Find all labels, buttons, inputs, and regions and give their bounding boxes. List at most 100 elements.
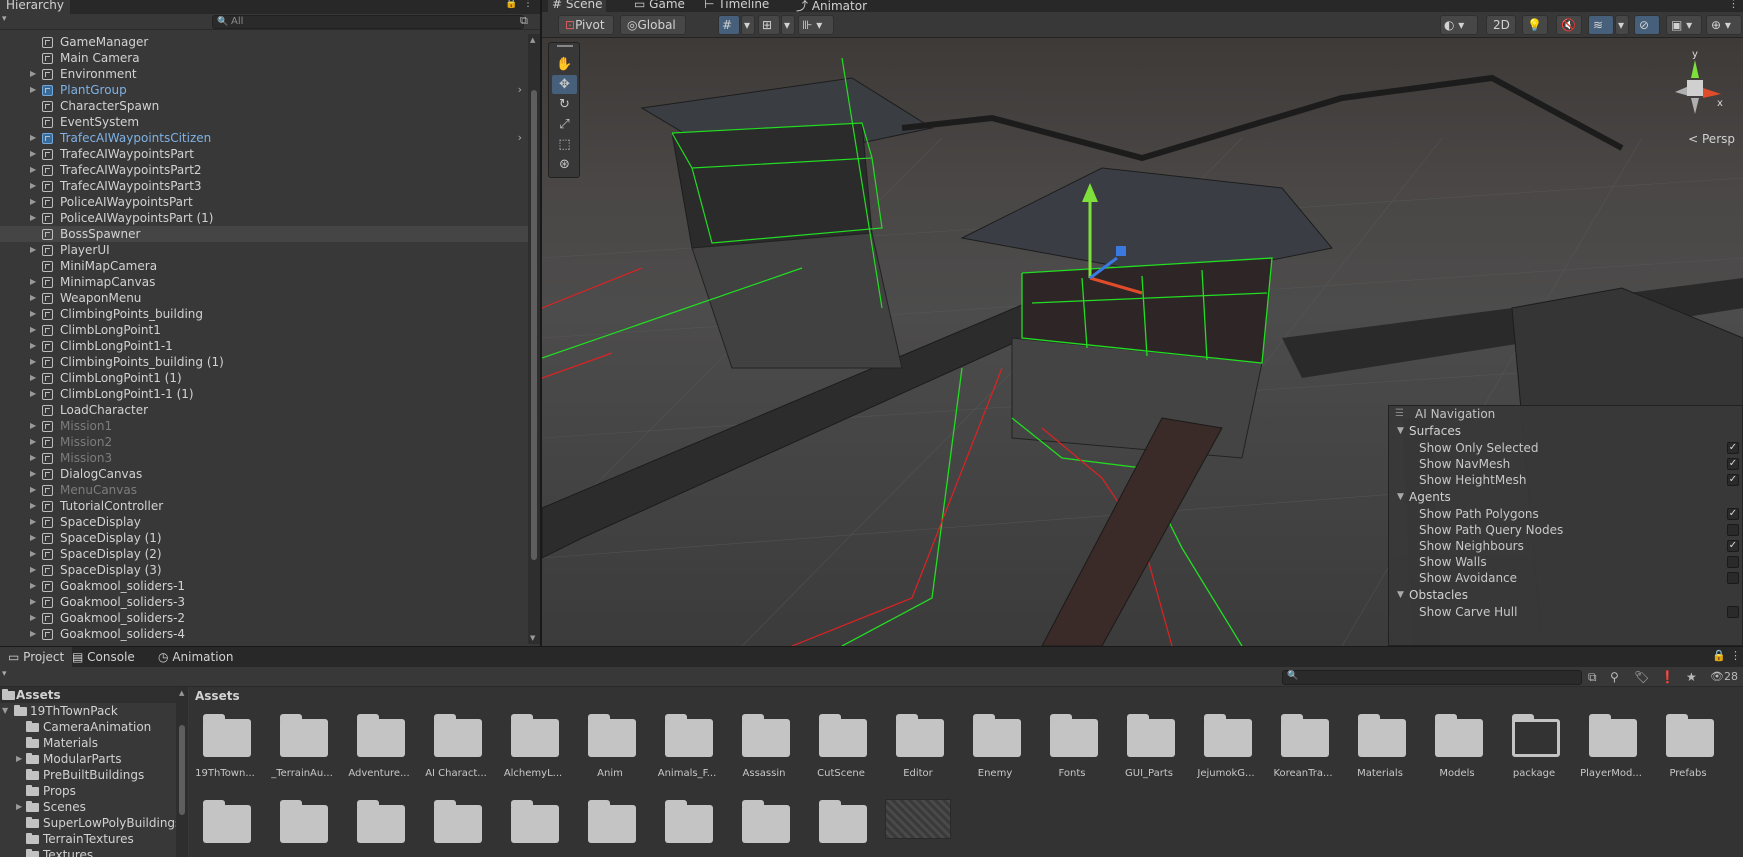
tab-console[interactable]: ▤ Console xyxy=(64,647,143,667)
camera-dropdown[interactable]: ▣ ▾ xyxy=(1666,15,1702,35)
search-by-type-icon[interactable]: ⧉ xyxy=(1588,670,1597,685)
create-dropdown-icon[interactable]: ▾ xyxy=(2,669,7,679)
folder-tree-item[interactable]: Materials xyxy=(0,735,187,751)
expand-arrow-icon[interactable]: ▶ xyxy=(30,578,36,594)
project-search-input[interactable]: 🔍 xyxy=(1282,670,1582,685)
hierarchy-scrollbar[interactable]: ▲ ▼ xyxy=(528,34,540,644)
hierarchy-item[interactable]: LoadCharacter xyxy=(0,402,530,418)
hierarchy-item[interactable]: EventSystem xyxy=(0,114,530,130)
asset-folder[interactable]: PlayerMod... xyxy=(1575,705,1647,779)
toggle-2d-button[interactable]: 2D xyxy=(1486,15,1516,35)
folder-tree-item[interactable]: ▶ ModularParts xyxy=(0,751,187,767)
expand-arrow-icon[interactable]: ▶ xyxy=(30,466,36,482)
checkbox[interactable] xyxy=(1727,572,1739,584)
asset-folder[interactable] xyxy=(574,793,646,857)
folder-tree-item[interactable]: Textures xyxy=(0,847,187,857)
expand-arrow-icon[interactable]: ▶ xyxy=(30,594,36,610)
asset-folder[interactable]: Adventure... xyxy=(343,705,415,779)
kebab-menu-icon[interactable]: ⋮ xyxy=(1728,0,1739,10)
expand-arrow-icon[interactable]: ▶ xyxy=(30,546,36,562)
asset-folder[interactable]: Materials xyxy=(1344,705,1416,779)
grid-snap-dropdown[interactable]: ▾ xyxy=(741,15,755,35)
kebab-menu-icon[interactable]: ⋮ xyxy=(1730,649,1741,662)
pivot-dropdown[interactable]: ⊡Pivot ▾ xyxy=(558,15,614,50)
open-prefab-chevron-icon[interactable]: › xyxy=(518,82,522,98)
expand-arrow-icon[interactable]: ▶ xyxy=(30,370,36,386)
expand-arrow-icon[interactable]: ▶ xyxy=(30,210,36,226)
folder-tree-item[interactable]: CameraAnimation xyxy=(0,719,187,735)
expand-arrow-icon[interactable]: ▶ xyxy=(30,562,36,578)
expand-arrow-icon[interactable]: ▶ xyxy=(30,418,36,434)
checkbox[interactable]: ✓ xyxy=(1727,474,1739,486)
checkbox[interactable] xyxy=(1727,606,1739,618)
rect-tool[interactable]: ⬚ xyxy=(552,135,577,154)
hierarchy-item[interactable]: ▶ SpaceDisplay (2) xyxy=(0,546,530,562)
hidden-packages-toggle[interactable]: 👁28 xyxy=(1710,670,1738,683)
hierarchy-item[interactable]: ▶ PlayerUI xyxy=(0,242,530,258)
hierarchy-item[interactable]: ▶ Goakmool_soliders-1 xyxy=(0,578,530,594)
hand-tool[interactable]: ✋ xyxy=(552,55,577,74)
expand-arrow-icon[interactable]: ▶ xyxy=(30,274,36,290)
move-tool[interactable]: ✥ xyxy=(552,75,577,94)
ai-nav-section-header[interactable]: ▼ Agents xyxy=(1389,488,1742,506)
hierarchy-item[interactable]: ▶ SpaceDisplay (3) xyxy=(0,562,530,578)
hierarchy-item[interactable]: ▶ Mission1 xyxy=(0,418,530,434)
checkbox[interactable]: ✓ xyxy=(1727,540,1739,552)
tab-hierarchy[interactable]: Hierarchy xyxy=(0,0,71,14)
hierarchy-item[interactable]: ▶ Mission3 xyxy=(0,450,530,466)
hierarchy-item[interactable]: ▶ TrafecAIWaypointsPart3 xyxy=(0,178,530,194)
tab-timeline[interactable]: ⊢ Timeline xyxy=(700,0,773,12)
drag-handle[interactable] xyxy=(557,45,573,47)
expand-arrow-icon[interactable]: ▶ xyxy=(30,434,36,450)
hierarchy-item[interactable]: ▶ SpaceDisplay xyxy=(0,514,530,530)
expand-arrow-icon[interactable]: ▼ xyxy=(2,703,8,719)
asset-folder[interactable]: Prefabs xyxy=(1652,705,1724,779)
expand-arrow-icon[interactable]: ▶ xyxy=(30,338,36,354)
hierarchy-item[interactable]: ▶ MenuCanvas xyxy=(0,482,530,498)
asset-folder[interactable]: _TerrainAu... xyxy=(266,705,338,779)
lock-icon[interactable]: 🔒 xyxy=(505,0,517,9)
hierarchy-item[interactable]: ▶ ClimbLongPoint1-1 (1) xyxy=(0,386,530,402)
hierarchy-item[interactable]: ▶ TutorialController xyxy=(0,498,530,514)
expand-arrow-icon[interactable]: ▶ xyxy=(30,498,36,514)
hierarchy-item[interactable]: ▶ Goakmool_soliders-3 xyxy=(0,594,530,610)
project-tree-scrollbar[interactable]: ▲ xyxy=(176,687,188,857)
folder-tree-item[interactable]: Props xyxy=(0,783,187,799)
folder-tree-item[interactable]: ▼ 19ThTownPack xyxy=(0,703,187,719)
expand-arrow-icon[interactable]: ▶ xyxy=(16,751,22,767)
asset-folder[interactable]: Anim xyxy=(574,705,646,779)
hierarchy-item[interactable]: ▶ ClimbLongPoint1 (1) xyxy=(0,370,530,386)
expand-arrow-icon[interactable]: ▶ xyxy=(30,530,36,546)
asset-folder[interactable] xyxy=(805,793,877,857)
global-dropdown[interactable]: ◎Global ▾ xyxy=(620,15,686,50)
grid-snap-button[interactable]: # xyxy=(718,15,740,35)
expand-arrow-icon[interactable]: ▶ xyxy=(30,162,36,178)
expand-arrow-icon[interactable]: ▶ xyxy=(16,799,22,815)
expand-arrow-icon[interactable]: ▶ xyxy=(30,146,36,162)
star-icon[interactable]: ★ xyxy=(1686,670,1697,684)
asset-folder[interactable]: JejumokG... xyxy=(1190,705,1262,779)
breadcrumb[interactable]: Assets xyxy=(189,687,1743,705)
hierarchy-item[interactable]: ▶ Goakmool_soliders-2 xyxy=(0,610,530,626)
expand-arrow-icon[interactable]: ▶ xyxy=(30,194,36,210)
asset-folder[interactable] xyxy=(420,793,492,857)
orientation-gizmo[interactable]: y x xyxy=(1665,48,1725,118)
scene-view-draw-button[interactable]: ⊪ ▾ xyxy=(798,15,834,35)
search-options-icon[interactable]: ⧉ xyxy=(520,14,528,28)
hierarchy-item[interactable]: Main Camera xyxy=(0,50,530,66)
ai-navigation-title[interactable]: ☰ AI Navigation xyxy=(1389,406,1742,422)
expand-arrow-icon[interactable]: ▶ xyxy=(30,386,36,402)
hierarchy-item[interactable]: CharacterSpawn xyxy=(0,98,530,114)
scroll-up-icon[interactable]: ▲ xyxy=(530,36,535,44)
expand-arrow-icon[interactable]: ▶ xyxy=(30,178,36,194)
hierarchy-item[interactable]: ▶ SpaceDisplay (1) xyxy=(0,530,530,546)
texture-thumbnail[interactable] xyxy=(885,799,951,839)
lock-icon[interactable]: 🔒 xyxy=(1712,649,1726,662)
ai-nav-section-header[interactable]: ▼ Surfaces xyxy=(1389,422,1742,440)
hierarchy-item[interactable]: ▶ ClimbLongPoint1 xyxy=(0,322,530,338)
scale-tool[interactable]: ⤢ xyxy=(552,115,577,134)
hierarchy-item[interactable]: ▶ Environment xyxy=(0,66,530,82)
hierarchy-search-input[interactable]: 🔍 All xyxy=(212,15,524,29)
scroll-thumb[interactable] xyxy=(179,725,185,815)
kebab-menu-icon[interactable]: ⋮ xyxy=(523,0,533,9)
